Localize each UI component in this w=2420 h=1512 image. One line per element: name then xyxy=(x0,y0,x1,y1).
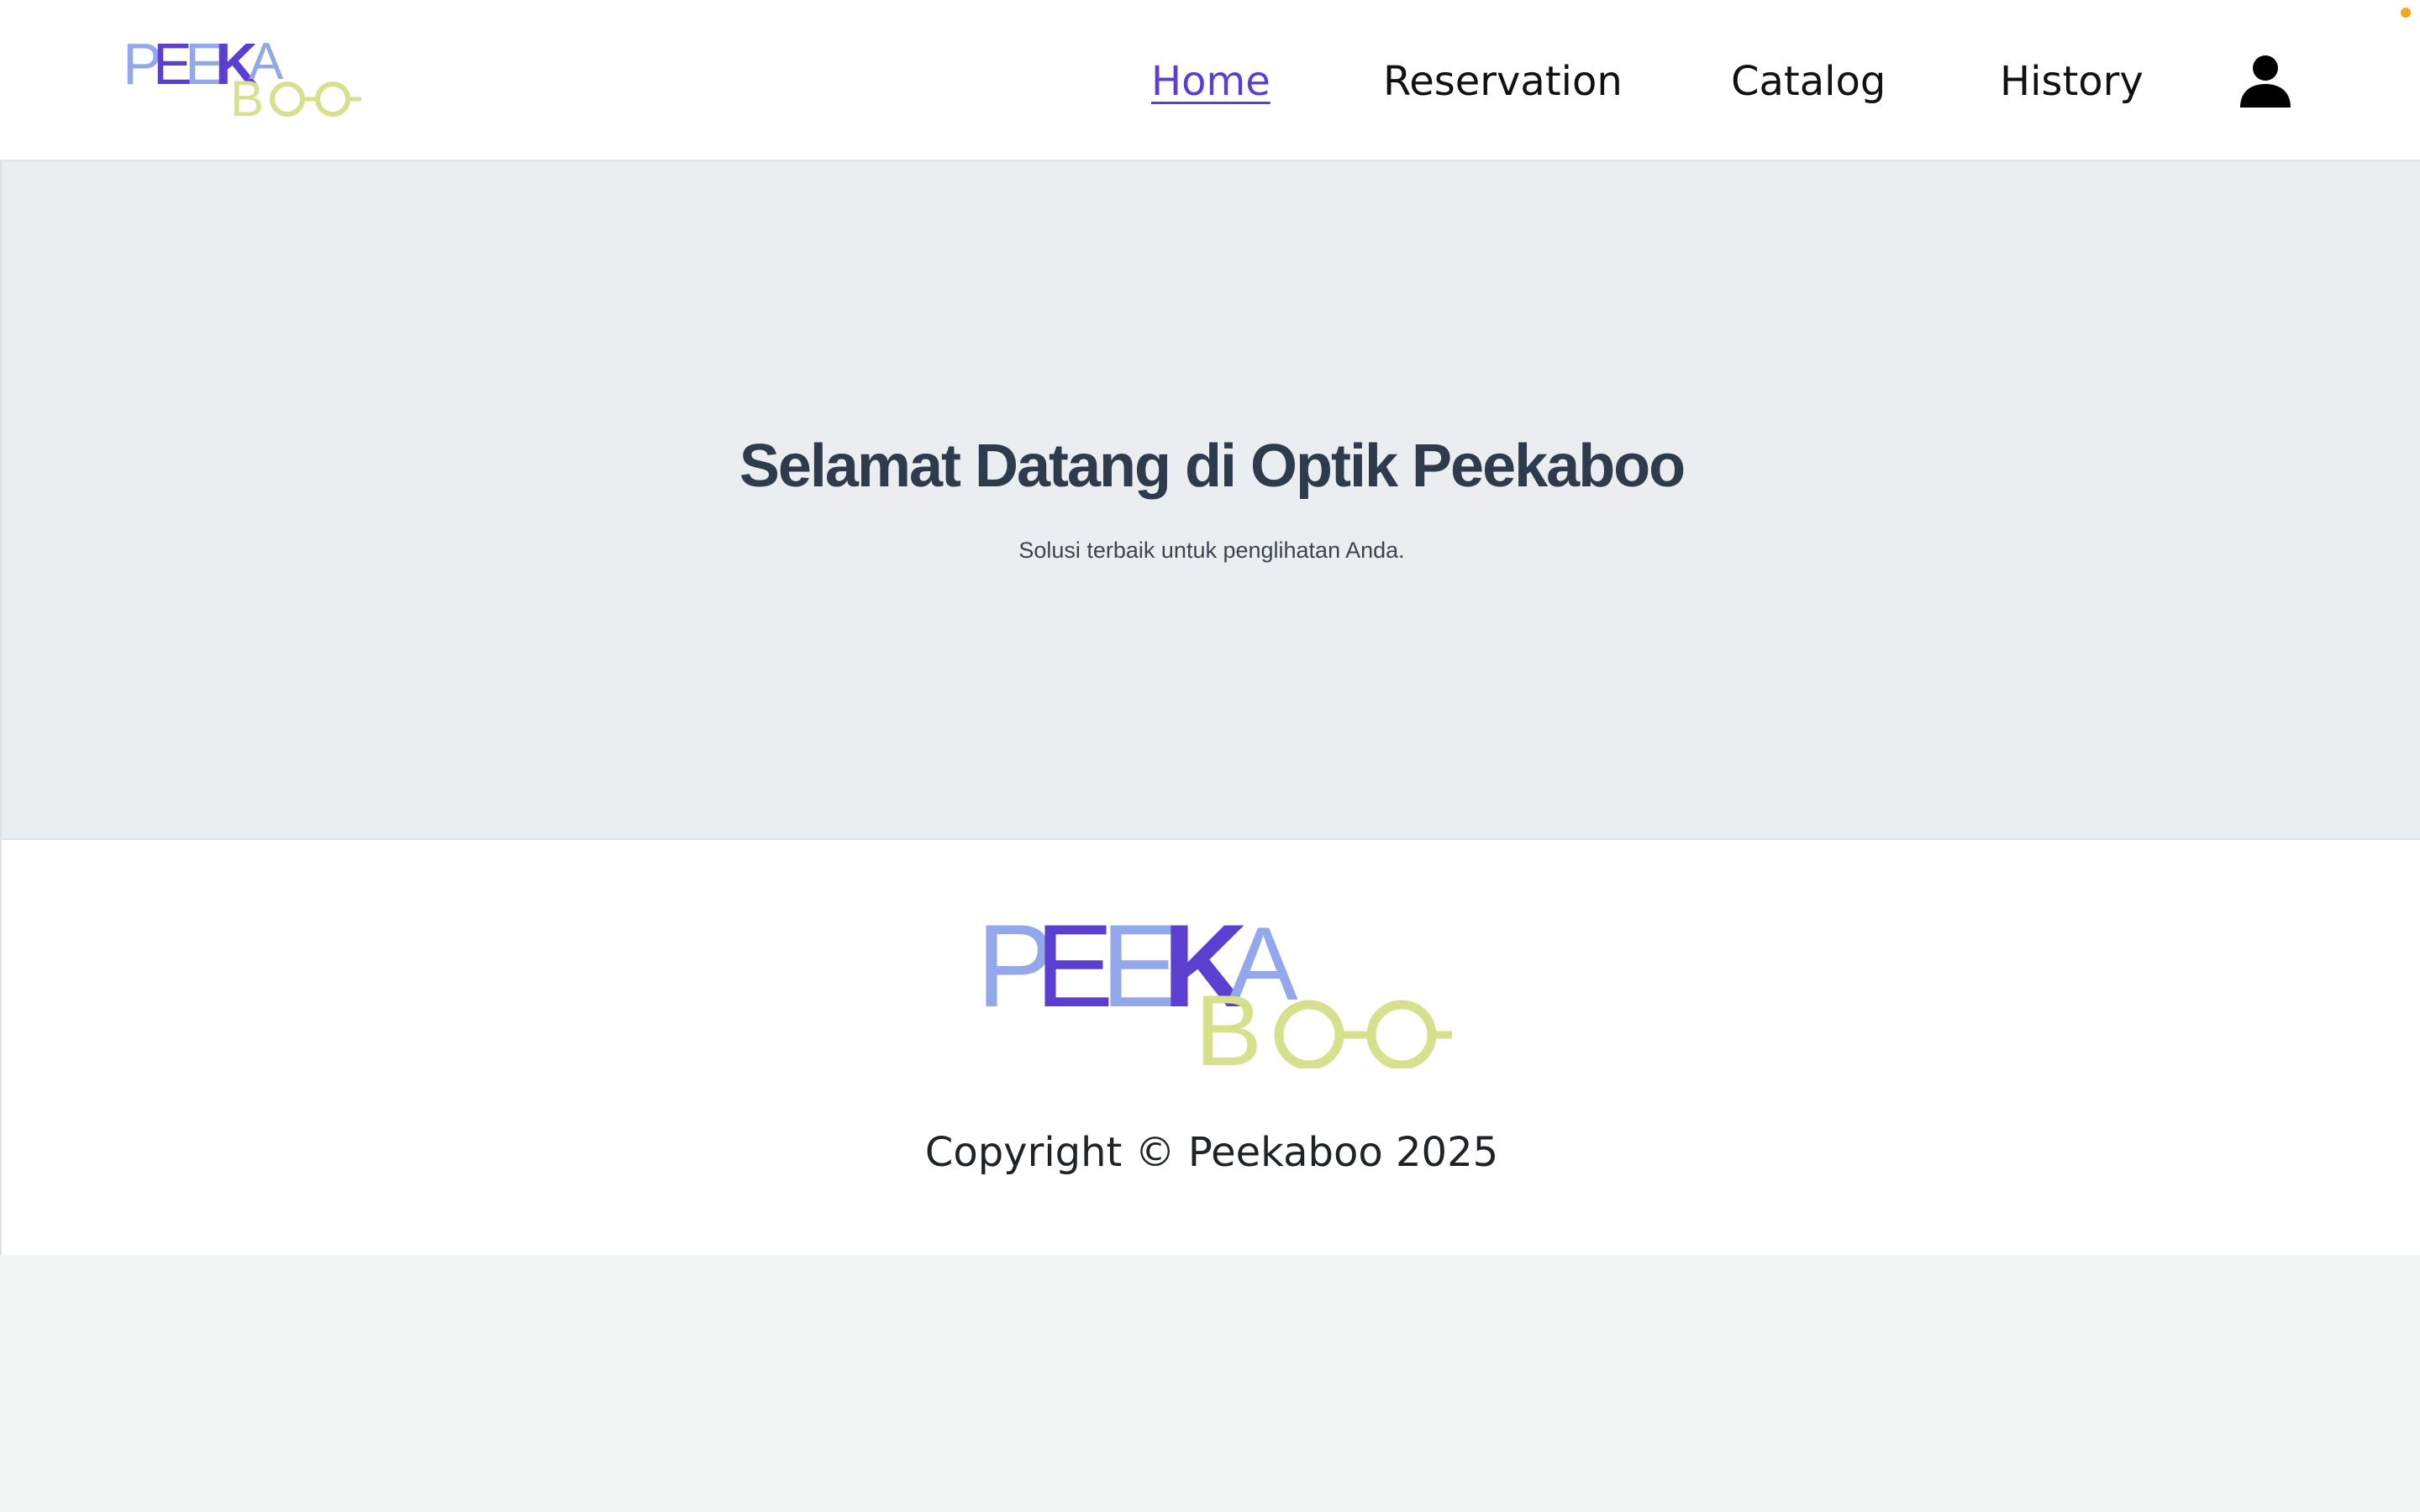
hero-subtitle: Solusi terbaik untuk penglihatan Anda. xyxy=(1018,538,1405,563)
hero-title: Selamat Datang di Optik Peekaboo xyxy=(739,433,1686,500)
nav-catalog-link[interactable]: Catalog xyxy=(1731,52,1886,111)
svg-text:B: B xyxy=(1195,974,1262,1068)
hero-section: Selamat Datang di Optik Peekaboo Solusi … xyxy=(0,161,2420,838)
footer-logo: P E E K A B xyxy=(976,912,1452,1068)
nav-history-link[interactable]: History xyxy=(2000,52,2144,111)
notification-dot xyxy=(2401,8,2411,18)
page-background xyxy=(0,1255,2420,1512)
main-nav: Home Reservation Catalog History xyxy=(0,0,2420,161)
site-header: P E E K A B Home Reservation Catalog His… xyxy=(0,0,2420,161)
nav-home-link[interactable]: Home xyxy=(1151,52,1270,111)
footer-copyright: Copyright © Peekaboo 2025 xyxy=(924,1129,1499,1176)
site-footer: P E E K A B Copyright © Peekaboo 2025 xyxy=(0,838,2420,1255)
profile-button[interactable] xyxy=(2237,54,2294,108)
nav-reservation-link[interactable]: Reservation xyxy=(1383,52,1623,111)
user-icon xyxy=(2240,55,2291,108)
